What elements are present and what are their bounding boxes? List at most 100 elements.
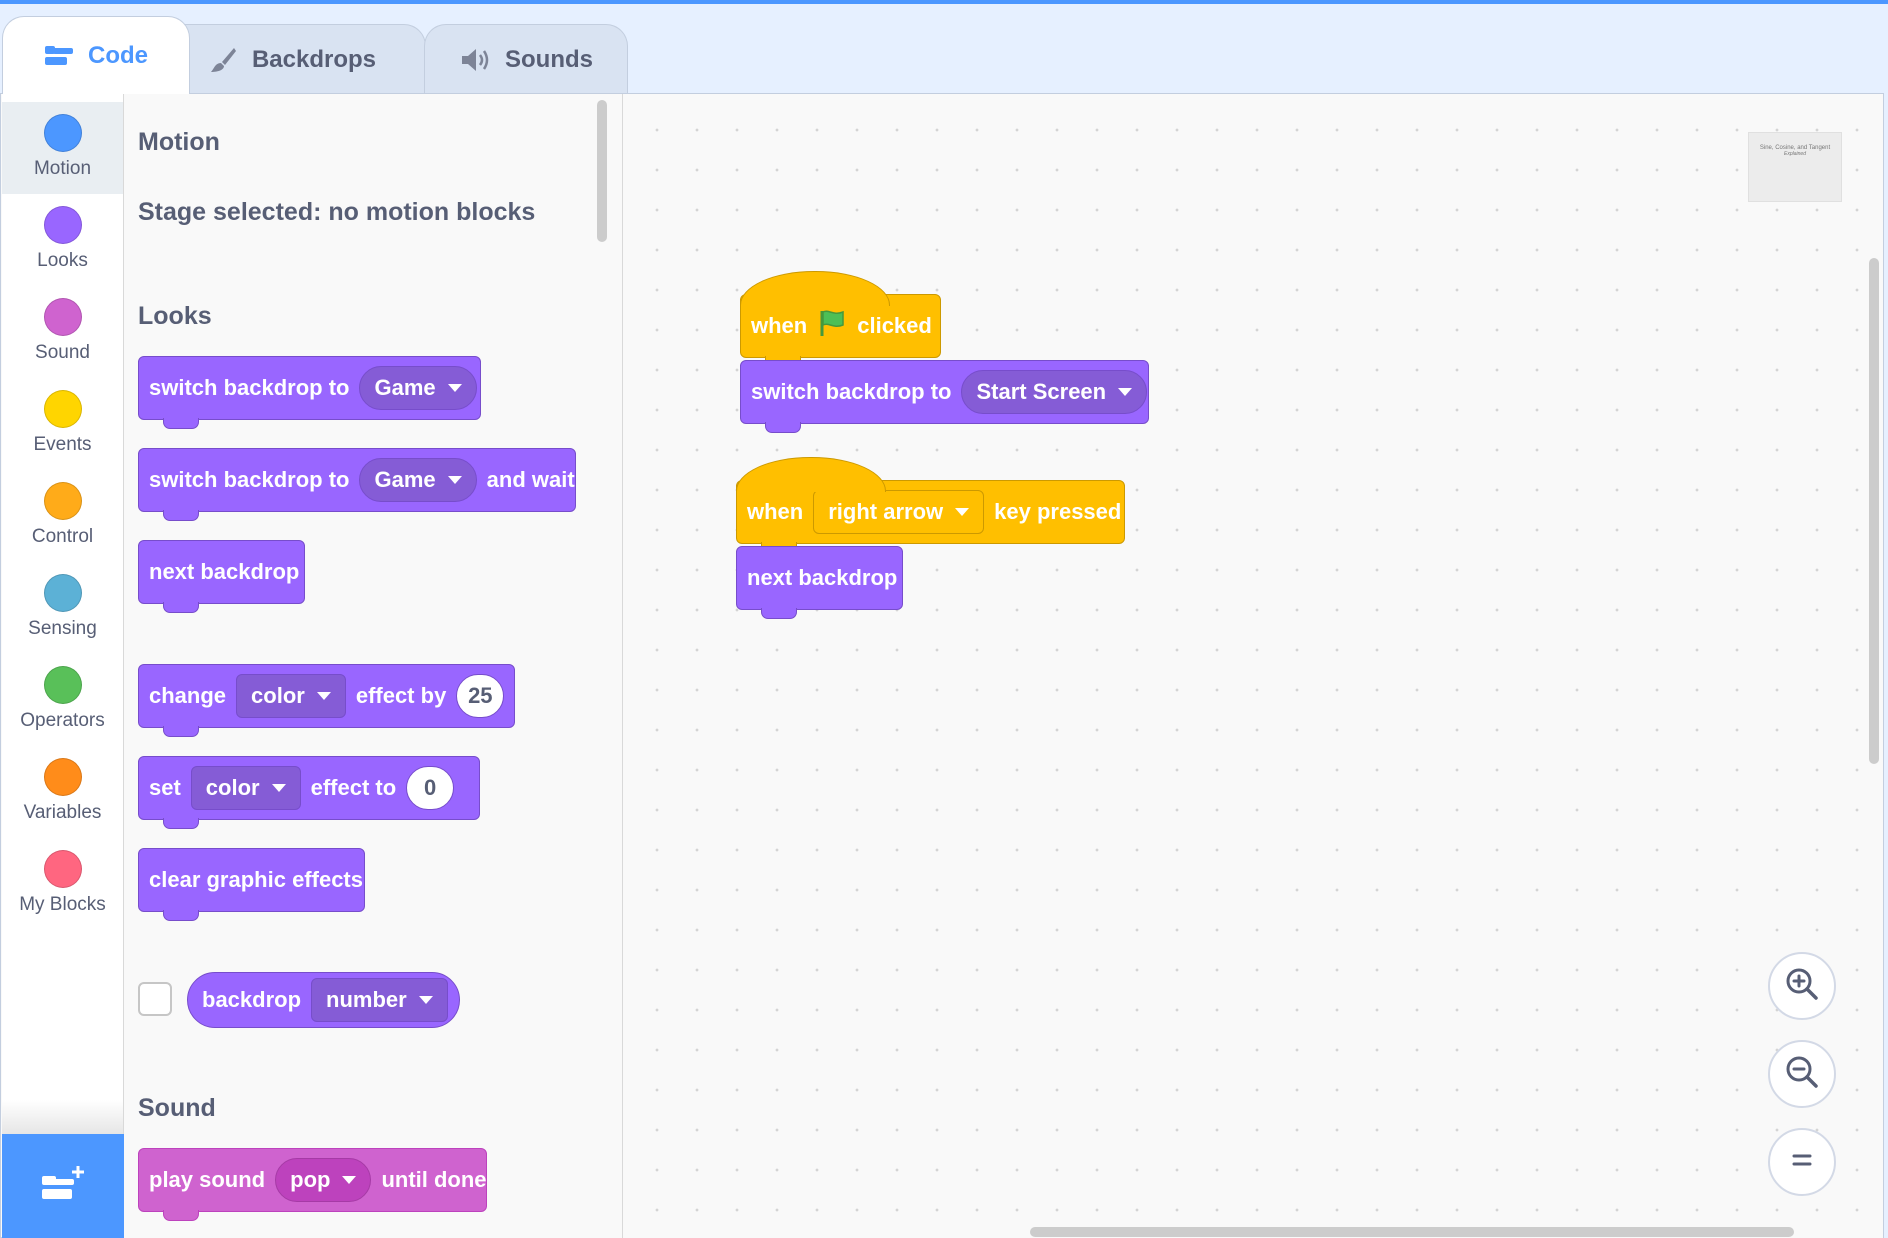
- control-category-icon: [43, 482, 82, 520]
- dropdown-value: right arrow: [828, 499, 944, 524]
- motion-category-icon: [43, 114, 82, 152]
- operators-category-icon: [43, 666, 82, 704]
- set-effect-block[interactable]: set color effect to 0: [138, 756, 480, 829]
- dropdown-caret-icon: [955, 508, 970, 516]
- dropdown-value: Game: [374, 375, 436, 400]
- top-accent-bar: [0, 0, 1888, 4]
- switch-backdrop-and-wait-block[interactable]: switch backdrop to Game and wait: [138, 448, 576, 521]
- paintbrush-icon: [208, 45, 238, 75]
- dropdown-value: Start Screen: [976, 379, 1107, 404]
- sound-dropdown[interactable]: pop: [275, 1158, 372, 1202]
- block-text: when: [747, 499, 804, 524]
- category-menu-fade: [2, 1100, 123, 1134]
- dropdown-value: color: [205, 775, 260, 800]
- add-extension-icon: [40, 1164, 86, 1209]
- category-label: My Blocks: [19, 894, 106, 915]
- category-my-blocks[interactable]: My Blocks: [2, 838, 123, 930]
- category-sensing[interactable]: Sensing: [2, 562, 123, 654]
- next-backdrop-block[interactable]: next backdrop: [736, 546, 903, 619]
- when-flag-clicked-hat-block[interactable]: when clicked: [740, 271, 941, 367]
- sound-category-icon: [43, 298, 82, 336]
- tab-label: Backdrops: [251, 45, 377, 73]
- tab-backdrops[interactable]: Backdrops: [158, 24, 426, 94]
- events-category-icon: [43, 390, 82, 428]
- tab-label: Code: [88, 41, 148, 69]
- block-palette: Motion Stage selected: no motion blocks …: [124, 94, 623, 1238]
- next-backdrop-block[interactable]: next backdrop: [138, 540, 305, 613]
- palette-scrollbar[interactable]: [597, 100, 607, 242]
- workspace-horizontal-scrollbar[interactable]: [1030, 1227, 1794, 1237]
- play-sound-until-done-block[interactable]: play sound pop until done: [138, 1148, 487, 1221]
- add-extension-button[interactable]: [2, 1134, 124, 1238]
- dropdown-caret-icon: [342, 1176, 357, 1184]
- equals-icon: [1787, 1145, 1817, 1180]
- block-text: switch backdrop to: [149, 375, 350, 400]
- backdrop-number-reporter[interactable]: backdrop number: [187, 972, 460, 1028]
- dropdown-value: number: [326, 987, 407, 1012]
- dropdown-caret-icon: [447, 476, 462, 484]
- dropdown-value: color: [251, 683, 305, 708]
- when-key-pressed-hat-block[interactable]: when right arrow key pressed: [736, 457, 1125, 553]
- dropdown-caret-icon: [316, 692, 331, 700]
- key-dropdown[interactable]: right arrow: [813, 490, 985, 534]
- sound-section-title: Sound: [138, 1094, 216, 1122]
- variables-category-icon: [43, 758, 82, 796]
- zoom-out-button[interactable]: [1768, 1040, 1836, 1108]
- block-text: clicked: [857, 313, 932, 338]
- block-text: clear graphic effects: [149, 867, 363, 892]
- block-text: play sound: [149, 1167, 266, 1192]
- block-text: switch backdrop to: [751, 379, 952, 404]
- dropdown-value: Game: [374, 467, 436, 492]
- category-sound[interactable]: Sound: [2, 286, 123, 378]
- backdrop-dropdown[interactable]: Game: [359, 366, 477, 410]
- dropdown-value: pop: [290, 1167, 331, 1192]
- looks-section-title: Looks: [138, 302, 212, 330]
- backdrop-attribute-dropdown[interactable]: number: [311, 978, 448, 1022]
- switch-backdrop-block[interactable]: switch backdrop to Game: [138, 356, 481, 429]
- block-text: set: [149, 775, 181, 800]
- block-text: backdrop: [202, 987, 302, 1012]
- block-text: and wait: [486, 467, 575, 492]
- backdrop-dropdown[interactable]: Start Screen: [961, 370, 1148, 414]
- change-effect-block[interactable]: change color effect by 25: [138, 664, 515, 737]
- category-motion[interactable]: Motion: [2, 102, 123, 194]
- dropdown-caret-icon: [447, 384, 462, 392]
- motion-section-title: Motion: [138, 128, 220, 156]
- backdrop-dropdown[interactable]: Game: [359, 458, 477, 502]
- category-variables[interactable]: Variables: [2, 746, 123, 838]
- block-text: next backdrop: [747, 565, 898, 590]
- block-text: effect by: [355, 683, 447, 708]
- category-label: Sensing: [28, 618, 97, 639]
- switch-backdrop-block[interactable]: switch backdrop to Start Screen: [740, 360, 1149, 433]
- category-label: Looks: [37, 250, 88, 271]
- effect-amount-input[interactable]: 25: [456, 674, 505, 718]
- block-text: key pressed: [994, 499, 1122, 524]
- zoom-out-icon: [1784, 1054, 1820, 1095]
- category-events[interactable]: Events: [2, 378, 123, 470]
- tab-label: Sounds: [505, 45, 593, 73]
- tab-code[interactable]: Code: [2, 16, 190, 94]
- stage-thumbnail[interactable]: Sine, Cosine, and Tangent Explained: [1748, 132, 1842, 202]
- effect-value-input[interactable]: 0: [406, 766, 455, 810]
- category-label: Variables: [23, 802, 102, 823]
- zoom-in-button[interactable]: [1768, 952, 1836, 1020]
- script-workspace[interactable]: when clicked switch backdrop to Start Sc…: [623, 94, 1883, 1238]
- category-looks[interactable]: Looks: [2, 194, 123, 286]
- backdrop-reporter-checkbox[interactable]: [138, 982, 172, 1016]
- block-text: until done: [381, 1167, 487, 1192]
- workspace-vertical-scrollbar[interactable]: [1869, 258, 1879, 764]
- category-label: Sound: [35, 342, 90, 363]
- category-operators[interactable]: Operators: [2, 654, 123, 746]
- category-label: Operators: [20, 710, 105, 731]
- block-text: when: [751, 313, 808, 338]
- zoom-reset-button[interactable]: [1768, 1128, 1836, 1196]
- code-icon: [44, 44, 74, 68]
- effect-dropdown[interactable]: color: [236, 674, 346, 718]
- category-control[interactable]: Control: [2, 470, 123, 562]
- sensing-category-icon: [43, 574, 82, 612]
- zoom-in-icon: [1784, 966, 1820, 1007]
- block-text: next backdrop: [149, 559, 300, 584]
- effect-dropdown[interactable]: color: [190, 766, 301, 810]
- clear-graphic-effects-block[interactable]: clear graphic effects: [138, 848, 365, 921]
- tab-sounds[interactable]: Sounds: [424, 24, 628, 94]
